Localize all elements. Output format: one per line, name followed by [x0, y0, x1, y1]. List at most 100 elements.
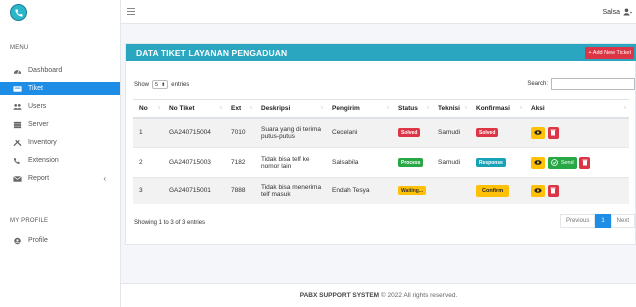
cell-teknisi [432, 177, 470, 204]
sidebar-item-label: Users [28, 103, 47, 110]
user-circle-icon [12, 236, 23, 245]
cell-aksi [525, 117, 629, 148]
status-badge: Waiting... [398, 186, 427, 196]
view-button[interactable] [531, 126, 545, 139]
column-header-pengirim[interactable]: Pengirim ↑↓ [326, 99, 392, 119]
add-ticket-button[interactable]: + Add New Ticket [585, 47, 634, 59]
sidebar-item-label: Report [28, 175, 50, 182]
sidebar-item-label: Inventory [28, 139, 57, 146]
select-arrow-icon: ⬍ [161, 81, 166, 88]
column-header-konfirmasi[interactable]: Konfirmasi ↑↓ [470, 99, 525, 119]
eye-icon [534, 188, 542, 194]
delete-button[interactable] [547, 184, 559, 197]
app-logo[interactable] [10, 4, 27, 21]
view-button[interactable] [531, 184, 545, 197]
sort-icon: ↑↓ [426, 105, 430, 111]
search-label: Search: [527, 81, 548, 87]
sidebar-item-tiket[interactable]: Tiket [0, 82, 120, 95]
server-icon [12, 120, 23, 129]
entries-control: Show 5 ⬍ entries [134, 80, 189, 89]
user-dropdown-icon [623, 8, 632, 16]
table-header-row: No ↑↓ No Tiket ↑↓ Ext ↑↓ Deskripsi ↑↓ Pengir… [133, 99, 629, 119]
sidebar: MENU Dashboard Tiket Users Server Invent… [0, 0, 121, 307]
sidebar-item-label: Tiket [28, 85, 43, 92]
cell-tiket: GA240715004 [163, 117, 225, 148]
cell-ext: 7010 [225, 117, 255, 148]
sort-icon: ↑↓ [219, 105, 223, 111]
sidebar-item-label: Server [28, 121, 49, 128]
show-label: Show [134, 81, 150, 88]
chevron-left-icon[interactable]: ‹ [103, 174, 106, 183]
sidebar-item-report[interactable]: Report ‹ [0, 172, 120, 185]
phone-icon [14, 9, 22, 17]
sidebar-item-label: Profile [28, 237, 48, 244]
confirmation-badge: Response [476, 158, 506, 167]
entries-select[interactable]: 5 ⬍ [152, 80, 169, 89]
send-label: Send [560, 159, 574, 166]
cell-konfirmasi: Solved [470, 117, 525, 148]
sort-icon: ↑↓ [386, 105, 390, 111]
menu-heading: MENU [10, 45, 29, 51]
cell-pengirim: Endah Tesya [326, 177, 392, 204]
footer-brand: PABX SUPPORT SYSTEM [299, 292, 380, 299]
cell-konfirmasi: Response [470, 147, 525, 178]
cell-status: Solved [392, 117, 432, 148]
table-row: 2 GA240715003 7182 Tidak bisa telf ke no… [133, 147, 629, 178]
send-button[interactable]: Send [547, 156, 577, 169]
column-header-status[interactable]: Status ↑↓ [392, 99, 432, 119]
user-menu[interactable]: Salsa [602, 8, 632, 16]
pagination-page-1[interactable]: 1 [595, 214, 611, 228]
cell-pengirim: Salsabila [326, 147, 392, 178]
table-row: 1 GA240715004 7010 Suara yang di terima … [133, 117, 629, 148]
sidebar-item-dashboard[interactable]: Dashboard [0, 64, 120, 77]
user-name: Salsa [602, 8, 620, 16]
pagination: Previous 1 Next [559, 214, 635, 228]
cell-pengirim: Cecelani [326, 117, 392, 148]
confirmation-badge: Solved [476, 128, 499, 138]
cell-aksi [525, 177, 629, 204]
eye-icon [534, 130, 542, 136]
status-badge: Solved [398, 128, 421, 138]
sort-icon: ↑↓ [623, 105, 627, 111]
status-badge: Process [398, 158, 424, 167]
sidebar-item-extension[interactable]: Extension [0, 154, 120, 167]
sidebar-item-profile[interactable]: Profile [0, 234, 120, 247]
tools-icon [12, 138, 23, 147]
sidebar-item-server[interactable]: Server [0, 118, 120, 131]
cell-konfirmasi: Confirm [470, 177, 525, 204]
pagination-next[interactable]: Next [610, 214, 635, 228]
sidebar-item-inventory[interactable]: Inventory [0, 136, 120, 149]
column-header-teknisi[interactable]: Teknisi ↑↓ [432, 99, 470, 119]
ticket-table: No ↑↓ No Tiket ↑↓ Ext ↑↓ Deskripsi ↑↓ Pengir… [133, 99, 629, 204]
hamburger-menu-icon[interactable] [127, 8, 135, 16]
delete-button[interactable] [579, 156, 591, 169]
users-icon [12, 102, 23, 111]
sidebar-item-label: Dashboard [28, 67, 63, 74]
footer-text: © 2022 All rights reserved. [380, 292, 458, 299]
column-header-aksi[interactable]: Aksi ↑↓ [525, 99, 629, 119]
sidebar-item-users[interactable]: Users [0, 100, 120, 113]
search-input[interactable] [551, 78, 635, 90]
envelope-icon [12, 174, 23, 183]
topbar: Salsa [121, 0, 636, 24]
column-header-deskripsi[interactable]: Deskripsi ↑↓ [255, 99, 326, 119]
sort-icon: ↑↓ [249, 105, 253, 111]
cell-deskripsi: Tidak bisa menerima telf masuk [255, 177, 326, 204]
cell-status: Waiting... [392, 177, 432, 204]
column-header-ext[interactable]: Ext ↑↓ [225, 99, 255, 119]
column-header-no[interactable]: No ↑↓ [133, 99, 163, 119]
trash-icon [550, 187, 557, 194]
cell-teknisi: Samudi [432, 117, 470, 148]
pagination-previous[interactable]: Previous [559, 214, 596, 228]
sort-icon: ↑↓ [519, 105, 523, 111]
column-header-no-tiket[interactable]: No Tiket ↑↓ [163, 99, 225, 119]
cell-ext: 7182 [225, 147, 255, 178]
ticket-icon [12, 84, 23, 93]
confirm-button[interactable]: Confirm [476, 184, 510, 197]
view-button[interactable] [531, 156, 545, 169]
delete-button[interactable] [547, 126, 559, 139]
ticket-card: DATA TIKET LAYANAN PENGADUAN + Add New T… [125, 43, 636, 245]
cell-deskripsi: Tidak bisa telf ke nomor lain [255, 147, 326, 178]
table-info: Showing 1 to 3 of 3 entries [134, 220, 206, 226]
cell-ext: 7888 [225, 177, 255, 204]
